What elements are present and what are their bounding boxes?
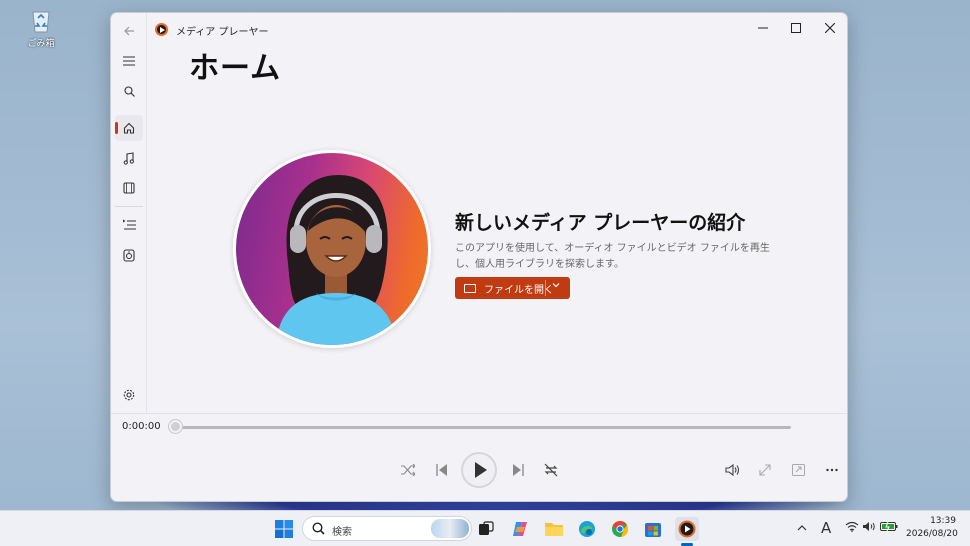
search-icon — [312, 522, 325, 535]
fullscreen-button[interactable] — [757, 462, 773, 478]
taskbar: 検索 A 13:39 2026/08/20 — [0, 510, 970, 546]
chrome-icon — [612, 520, 629, 537]
edge-icon — [579, 521, 595, 537]
recycle-bin-shortcut[interactable]: ごみ箱 — [24, 6, 58, 49]
copilot-icon — [513, 522, 527, 536]
nav-settings[interactable] — [115, 382, 143, 408]
hero-illustration — [233, 150, 431, 348]
edge-button[interactable] — [575, 517, 599, 541]
battery-charging-icon — [880, 521, 898, 532]
task-view-button[interactable] — [474, 517, 498, 541]
seek-thumb[interactable] — [169, 420, 182, 433]
minimize-icon — [758, 27, 768, 29]
playback-bar: 0:00:00 — [111, 413, 847, 501]
next-button[interactable] — [510, 462, 526, 478]
nav-playlists[interactable] — [115, 211, 143, 237]
store-icon — [645, 523, 661, 537]
close-button[interactable] — [815, 17, 845, 39]
search-placeholder: 検索 — [332, 527, 352, 538]
search-icon — [123, 85, 135, 97]
speaker-icon — [123, 248, 135, 262]
menu-button[interactable] — [115, 48, 143, 74]
clock-date: 2026/08/20 — [906, 529, 958, 539]
open-file-label: ファイルを開く — [484, 284, 554, 296]
nav-music[interactable] — [115, 145, 143, 171]
media-player-icon — [678, 520, 696, 538]
file-explorer-button[interactable] — [542, 517, 566, 541]
miniplayer-icon — [791, 464, 805, 476]
more-icon — [826, 468, 838, 472]
maximize-button[interactable] — [781, 17, 811, 39]
microsoft-store-button[interactable] — [641, 517, 665, 541]
film-icon — [123, 182, 135, 194]
taskbar-search[interactable]: 検索 — [302, 516, 472, 541]
navigation-sidebar — [111, 13, 147, 413]
volume-tray-button[interactable] — [862, 521, 876, 535]
sidebar-separator — [115, 206, 143, 207]
back-arrow-icon — [124, 26, 134, 36]
repeat-off-icon — [544, 463, 558, 477]
wifi-icon — [845, 521, 859, 532]
previous-button[interactable] — [433, 462, 449, 478]
media-player-window: メディア プレーヤー ホーム 新しいメディア プレーヤーの紹介 このアプリを使用… — [110, 12, 848, 502]
playlist-icon — [122, 219, 136, 230]
search-button[interactable] — [115, 78, 143, 104]
minimize-button[interactable] — [748, 17, 778, 39]
chevron-down-icon[interactable] — [552, 281, 560, 289]
fullscreen-icon — [759, 464, 771, 476]
next-icon — [512, 464, 524, 476]
clock[interactable]: 13:39 2026/08/20 — [906, 515, 958, 541]
media-player-app-icon — [155, 23, 168, 36]
nav-play-queue[interactable] — [115, 242, 143, 268]
nav-home[interactable] — [115, 115, 143, 141]
search-highlight-icon — [431, 519, 469, 538]
volume-button[interactable] — [723, 462, 741, 478]
media-player-taskbar-button[interactable] — [675, 517, 699, 541]
chrome-button[interactable] — [608, 517, 632, 541]
repeat-button[interactable] — [543, 462, 559, 478]
recycle-bin-icon — [28, 6, 54, 34]
folder-icon — [464, 283, 476, 293]
nav-video[interactable] — [115, 175, 143, 201]
intro-title: 新しいメディア プレーヤーの紹介 — [455, 212, 746, 234]
split-divider — [545, 280, 546, 296]
home-icon — [123, 122, 135, 134]
clock-time: 13:39 — [930, 516, 956, 526]
start-button[interactable] — [272, 517, 296, 541]
close-icon — [825, 23, 835, 33]
battery-button[interactable] — [880, 521, 898, 535]
page-title: ホーム — [189, 51, 282, 86]
current-time: 0:00:00 — [122, 421, 161, 432]
music-note-icon — [123, 151, 134, 165]
hamburger-icon — [123, 56, 135, 66]
recycle-bin-label: ごみ箱 — [27, 39, 55, 49]
shuffle-icon — [401, 464, 415, 476]
copilot-button[interactable] — [508, 517, 532, 541]
folder-icon — [545, 523, 563, 536]
show-hidden-icons-button[interactable] — [797, 521, 807, 535]
maximize-icon — [791, 23, 801, 33]
windows-logo-icon — [275, 520, 293, 538]
volume-icon — [724, 464, 739, 476]
back-button[interactable] — [115, 18, 143, 44]
seek-track[interactable] — [175, 426, 791, 429]
network-button[interactable] — [845, 521, 859, 535]
open-file-button[interactable]: ファイルを開く — [455, 277, 570, 299]
window-title: メディア プレーヤー — [176, 27, 269, 38]
gear-icon — [123, 389, 135, 401]
previous-icon — [435, 464, 447, 476]
shuffle-button[interactable] — [399, 462, 417, 478]
ime-indicator[interactable]: A — [821, 519, 831, 537]
miniplayer-button[interactable] — [790, 462, 806, 478]
title-bar[interactable]: メディア プレーヤー — [111, 13, 847, 45]
intro-description: このアプリを使用して、オーディオ ファイルとビデオ ファイルを再生し、個人用ライ… — [455, 243, 770, 270]
more-options-button[interactable] — [823, 462, 841, 478]
chevron-up-icon — [797, 525, 807, 531]
volume-icon — [863, 522, 875, 531]
play-button[interactable] — [461, 452, 497, 488]
task-view-icon — [479, 521, 494, 535]
